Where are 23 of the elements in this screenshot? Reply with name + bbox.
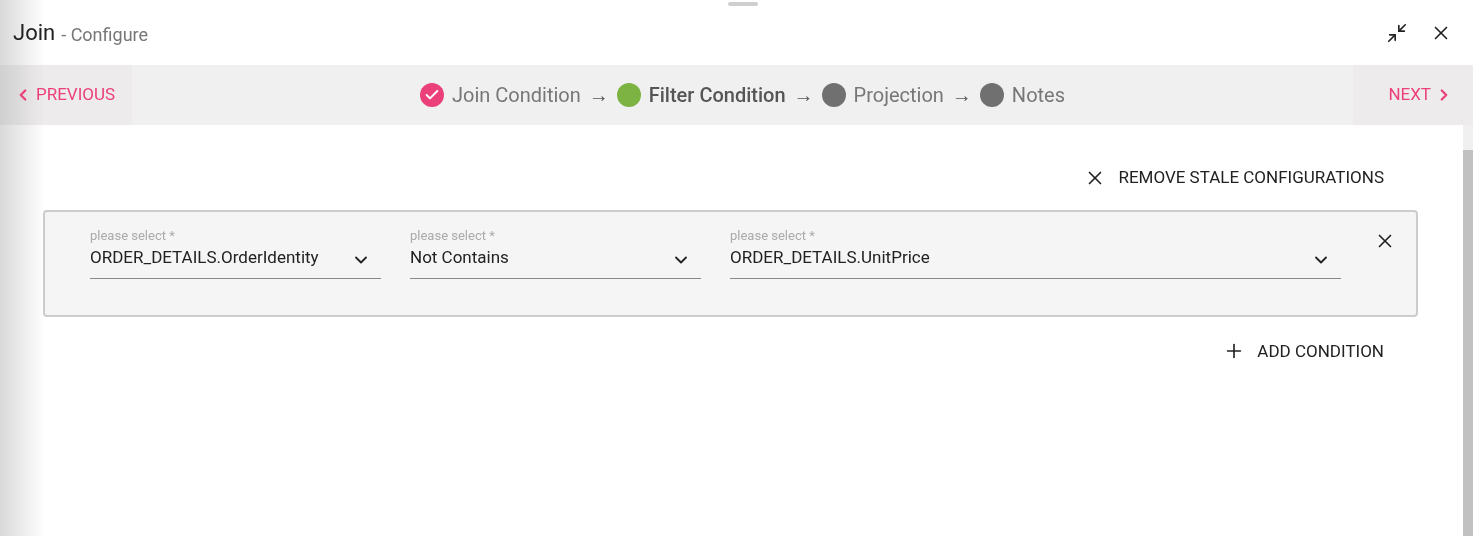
field-label: please select * <box>730 226 816 245</box>
arrow-separator: → <box>951 82 972 109</box>
step-label[interactable]: Notes <box>1011 80 1065 110</box>
select-field[interactable]: please select * Not Contains <box>410 225 701 279</box>
select-field[interactable]: please select * ORDER_DETAILS.OrderIdentity <box>90 225 381 279</box>
field-label: please select * <box>410 226 496 245</box>
window-title: Join <box>13 19 56 47</box>
remove-stale-button[interactable]: REMOVE STALE CONFIGURATIONS <box>1084 165 1384 191</box>
field-value: ORDER_DETAILS.UnitPrice <box>730 246 930 269</box>
arrow-separator: → <box>588 82 609 109</box>
field-label: please select * <box>90 226 176 245</box>
collapse-icon[interactable] <box>1386 21 1408 44</box>
window-subtitle: - Configure <box>61 22 149 47</box>
field-value: Not Contains <box>410 246 509 269</box>
add-condition-button[interactable]: ADD CONDITION <box>1223 338 1384 364</box>
step-label[interactable]: Filter Condition <box>648 80 786 110</box>
scrollbar[interactable] <box>1463 125 1473 536</box>
arrow-separator: → <box>793 82 814 109</box>
step-label[interactable]: Projection <box>853 80 944 110</box>
field-value: ORDER_DETAILS.OrderIdentity <box>90 246 319 269</box>
select-field[interactable]: please select * ORDER_DETAILS.UnitPrice <box>730 225 1341 279</box>
step-label[interactable]: Join Condition <box>451 80 581 110</box>
drag-handle-icon[interactable] <box>728 2 758 6</box>
